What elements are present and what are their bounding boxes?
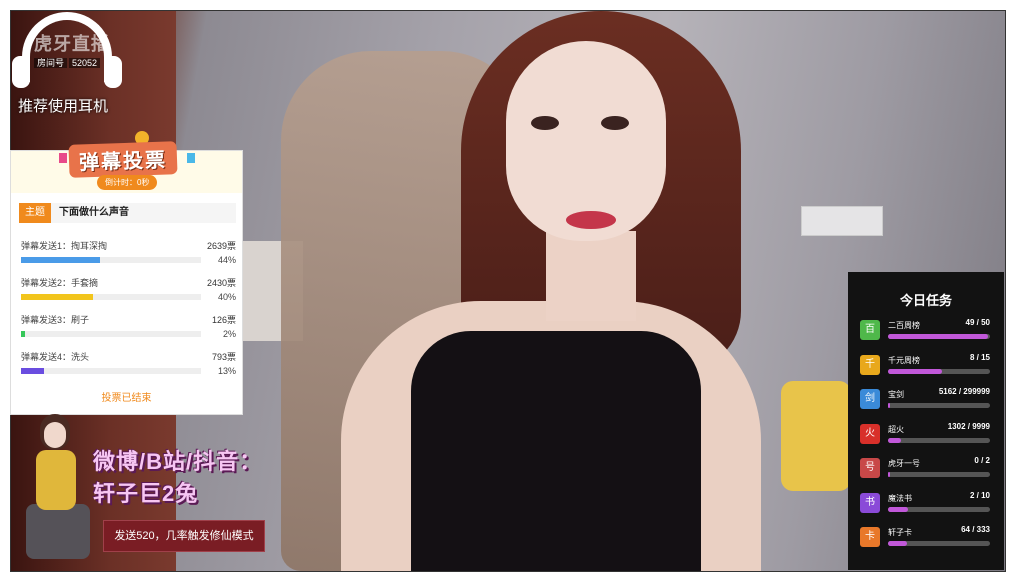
vote-status: 投票已结束 — [101, 393, 152, 404]
task-progress-fill — [888, 403, 891, 408]
vote-timer: 倒计时：0秒 — [97, 175, 158, 190]
task-name: 魔法书 — [888, 493, 912, 503]
ribbon-icon — [59, 153, 67, 163]
option-label: 弹幕发送3：刷子 — [21, 315, 90, 325]
option-bar-fill — [21, 257, 101, 263]
task-progress-bar — [888, 506, 990, 512]
vote-option: 弹幕发送2：手套摘 2430票 40% — [21, 276, 236, 312]
task-gift-icon: 火 — [860, 423, 880, 444]
task-progress: 49 / 50 — [965, 318, 990, 327]
task-progress-fill — [888, 334, 988, 339]
topic-text: 下面做什么声音 — [59, 207, 129, 218]
vote-header: 弹幕投票 倒计时：0秒 — [11, 131, 242, 193]
tasks-title: 今日任务 — [899, 293, 952, 308]
option-bar — [21, 368, 201, 374]
task-name: 轩子卡 — [888, 528, 912, 537]
task-progress-fill — [888, 541, 908, 546]
task-progress-fill — [888, 506, 909, 512]
task-progress: 5162 / 299999 — [938, 387, 990, 396]
promo-character-face — [44, 422, 66, 448]
promo-character-image — [14, 412, 102, 562]
ribbon-icon — [187, 153, 195, 163]
task-progress-fill — [888, 472, 891, 477]
task-item: 剑宝剑 5162 / 299999 — [860, 387, 1002, 417]
option-bar — [21, 294, 201, 300]
task-name: 虎牙一号 — [888, 459, 920, 468]
option-percent: 2% — [222, 329, 236, 339]
gift-mode-banner: 发送520，几率触发修仙模式 — [103, 520, 265, 552]
task-item: 卡轩子卡 64 / 333 — [860, 525, 1002, 555]
social-platforms-text: 微博/B站/抖音： — [93, 449, 263, 474]
option-label: 弹幕发送1：掏耳深掏 — [21, 241, 108, 251]
option-percent: 40% — [217, 292, 236, 302]
task-progress-bar — [888, 472, 990, 477]
task-progress: 1302 / 9999 — [947, 421, 990, 431]
option-bar-fill — [21, 368, 45, 374]
task-progress-bar — [888, 437, 990, 443]
task-progress-fill — [888, 437, 902, 443]
vote-option: 弹幕发送3：刷子 126票 2% — [21, 313, 236, 349]
streamer-lips — [566, 211, 616, 229]
task-progress: 0 / 2 — [974, 456, 990, 465]
task-name: 二百周榜 — [888, 321, 920, 330]
promo-character-legs — [26, 504, 90, 559]
task-progress-bar — [888, 403, 990, 408]
task-item: 火超火 1302 / 9999 — [860, 422, 1002, 452]
task-gift-icon: 剑 — [860, 389, 880, 409]
task-gift-icon: 书 — [860, 492, 880, 513]
task-progress-bar — [888, 368, 990, 374]
option-count: 793票 — [211, 352, 236, 362]
huya-logo: 虎牙直播 — [34, 34, 110, 54]
task-progress-fill — [888, 368, 943, 374]
option-percent: 44% — [217, 255, 236, 265]
background-socket — [801, 206, 883, 236]
task-progress: 8 / 15 — [969, 352, 990, 362]
task-progress-bar — [888, 541, 990, 546]
task-name: 千元周榜 — [888, 355, 920, 365]
vote-topic: 主题 下面做什么声音 — [19, 203, 236, 223]
headphone-hint: 推荐使用耳机 — [18, 98, 109, 115]
vote-title: 弹幕投票 — [68, 141, 178, 178]
streamer-eye-right — [601, 116, 629, 130]
streamer-handle-text: 轩子巨2兔 — [93, 481, 199, 506]
task-progress-bar — [888, 334, 990, 339]
option-label: 弹幕发送2：手套摘 — [21, 278, 99, 288]
task-name: 宝剑 — [888, 390, 904, 399]
headphone-cup-right — [104, 56, 122, 88]
option-count: 2430票 — [206, 278, 236, 288]
option-bar — [21, 257, 201, 263]
room-number-value: 52052 — [69, 58, 101, 68]
headphone-cup-left — [12, 56, 30, 88]
vote-option: 弹幕发送4：洗头 793票 13% — [21, 350, 236, 386]
option-bar-fill — [21, 331, 25, 337]
task-item: 千千元周榜 8 / 15 — [860, 353, 1002, 383]
background-pillow — [781, 381, 851, 491]
task-item: 百二百周榜 49 / 50 — [860, 318, 1002, 348]
task-gift-icon: 千 — [860, 354, 880, 375]
room-label: 房间号 — [34, 58, 68, 68]
option-count: 126票 — [211, 315, 236, 325]
streamer-neck — [546, 231, 636, 321]
promo-character-body — [36, 450, 76, 510]
danmaku-vote-panel: 弹幕投票 倒计时：0秒 主题 下面做什么声音 弹幕发送1：掏耳深掏 2639票 … — [10, 131, 243, 415]
task-name: 超火 — [888, 424, 904, 434]
task-item: 号虎牙一号 0 / 2 — [860, 456, 1002, 486]
option-percent: 13% — [217, 366, 236, 376]
task-progress: 64 / 333 — [961, 525, 990, 534]
streamer-dress — [411, 331, 701, 571]
room-number: 房间号 52052 — [34, 56, 102, 69]
option-bar — [21, 331, 201, 337]
streamer-eye-left — [531, 116, 559, 130]
option-bar-fill — [21, 294, 93, 300]
task-gift-icon: 卡 — [860, 527, 880, 547]
vote-option: 弹幕发送1：掏耳深掏 2639票 44% — [21, 239, 236, 275]
task-gift-icon: 百 — [860, 320, 880, 340]
daily-tasks-panel: 今日任务 百二百周榜 49 / 50 千千元周榜 8 / 15 剑宝剑 5162 / 29… — [848, 272, 1004, 570]
option-count: 2639票 — [206, 241, 236, 251]
task-item: 书魔法书 2 / 10 — [860, 491, 1002, 521]
topic-tag: 主题 — [19, 203, 51, 223]
option-label: 弹幕发送4：洗头 — [21, 352, 90, 362]
task-gift-icon: 号 — [860, 458, 880, 478]
task-progress: 2 / 10 — [969, 490, 990, 500]
